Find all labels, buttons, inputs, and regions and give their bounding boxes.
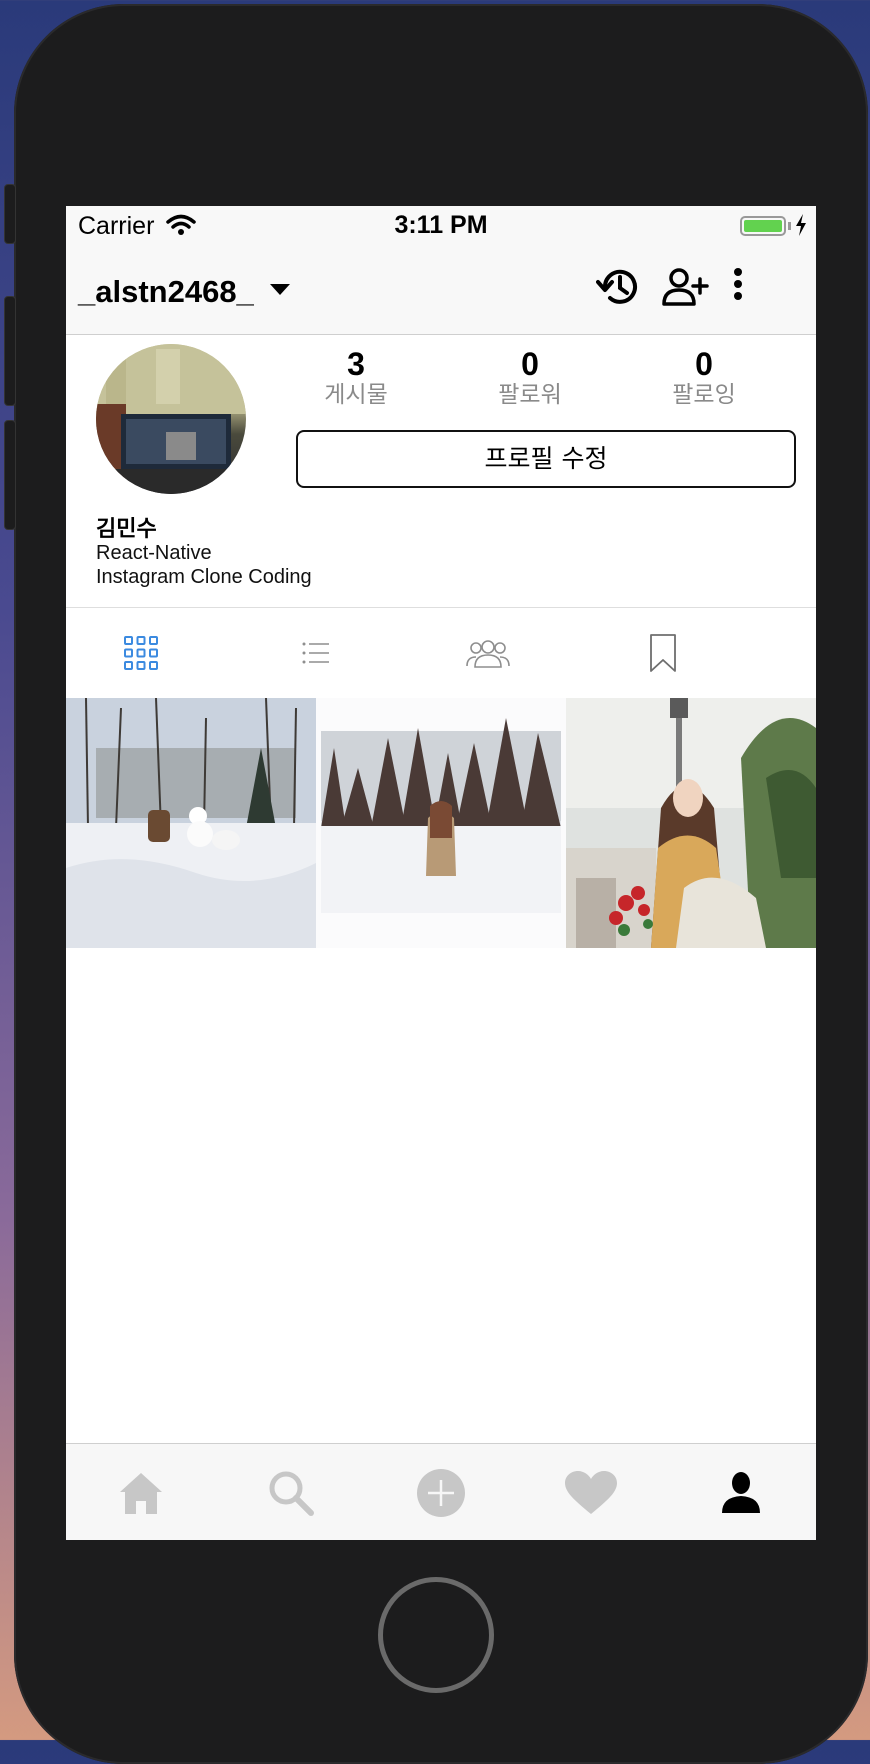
mute-switch	[4, 184, 16, 244]
nav-activity[interactable]	[516, 1444, 666, 1540]
add-user-icon[interactable]	[660, 264, 710, 310]
snowy-park-image	[66, 698, 316, 948]
home-icon	[120, 1472, 162, 1514]
status-bar: Carrier 3:11 PM	[66, 206, 816, 246]
profile-header: _alstn2468_	[66, 246, 816, 335]
home-button[interactable]	[378, 1577, 494, 1693]
tab-saved[interactable]	[588, 608, 738, 698]
list-icon	[302, 642, 329, 664]
battery-icon	[740, 216, 786, 236]
tagged-people-icon	[466, 640, 510, 668]
volume-up-button	[4, 296, 16, 406]
bookmark-icon	[650, 634, 676, 672]
bio-line-1: React-Native	[96, 542, 212, 564]
post-thumbnail[interactable]	[316, 698, 566, 948]
followers-label: 팔로워	[498, 382, 562, 408]
nav-add[interactable]	[366, 1444, 516, 1540]
stat-posts[interactable]: 3 게시물	[286, 346, 426, 408]
heart-icon	[565, 1470, 617, 1514]
nav-profile[interactable]	[666, 1444, 816, 1540]
chevron-down-icon[interactable]	[270, 284, 290, 295]
status-time: 3:11 PM	[394, 211, 488, 239]
avatar[interactable]	[96, 344, 246, 494]
posts-label: 게시물	[324, 382, 388, 408]
tab-list[interactable]	[241, 608, 391, 698]
profile-name: 김민수	[96, 517, 157, 542]
content-tab-bar	[66, 607, 816, 698]
battery-tip	[788, 222, 791, 230]
post-thumbnail[interactable]	[66, 698, 316, 948]
volume-down-button	[4, 420, 16, 530]
followers-count: 0	[521, 346, 539, 382]
woman-portrait-image	[566, 698, 816, 948]
stat-following[interactable]: 0 팔로잉	[634, 346, 774, 408]
profile-icon	[722, 1471, 760, 1513]
posts-count: 3	[347, 346, 365, 382]
tab-grid[interactable]	[66, 608, 216, 698]
stat-followers[interactable]: 0 팔로워	[460, 346, 600, 408]
nav-home[interactable]	[66, 1444, 216, 1540]
snowy-forest-image	[316, 698, 566, 948]
add-icon	[417, 1468, 465, 1517]
edit-profile-button[interactable]: 프로필 수정	[296, 430, 796, 488]
grid-icon	[124, 636, 158, 670]
charging-bolt-icon	[796, 214, 806, 236]
search-icon	[269, 1471, 314, 1516]
following-count: 0	[695, 346, 713, 382]
more-options-icon[interactable]	[728, 264, 748, 310]
history-icon[interactable]	[596, 264, 642, 310]
tab-tagged[interactable]	[413, 608, 563, 698]
nav-search[interactable]	[216, 1444, 366, 1540]
following-label: 팔로잉	[672, 382, 736, 408]
bottom-navigation	[66, 1443, 816, 1540]
bio-line-2: Instagram Clone Coding	[96, 566, 312, 588]
app-screen: Carrier 3:11 PM _alstn2468_ 3 게시물 0 팔로워 …	[66, 206, 816, 1540]
username-title[interactable]: _alstn2468_	[78, 274, 254, 310]
post-thumbnail[interactable]	[566, 698, 816, 948]
